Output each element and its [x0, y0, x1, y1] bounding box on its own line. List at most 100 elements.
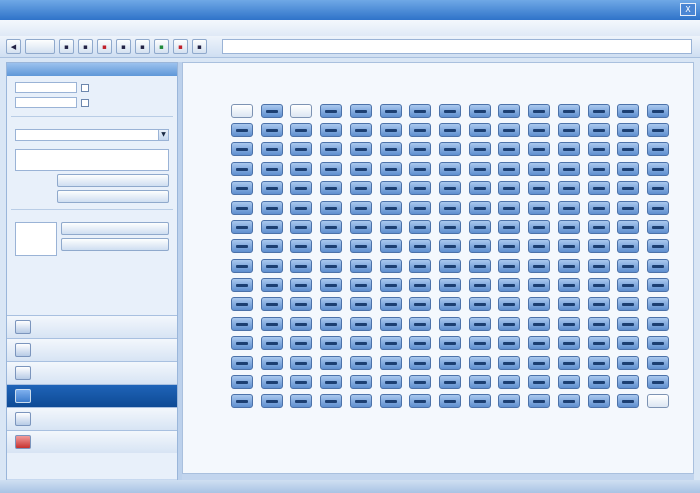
plate-well[interactable] — [468, 181, 491, 196]
plate-well[interactable] — [320, 200, 343, 215]
plate-well[interactable] — [557, 316, 580, 331]
plate-well[interactable] — [557, 374, 580, 389]
plate-well[interactable] — [528, 142, 551, 157]
panel-button-2[interactable] — [57, 190, 169, 203]
plate-well[interactable] — [498, 123, 521, 138]
plate-well[interactable] — [468, 239, 491, 254]
plate-well[interactable] — [468, 278, 491, 293]
plate-well[interactable] — [379, 297, 402, 312]
plate-well[interactable] — [468, 123, 491, 138]
plate-well[interactable] — [349, 394, 372, 409]
plate-well[interactable] — [617, 161, 640, 176]
plate-well[interactable] — [230, 316, 253, 331]
plate-well[interactable] — [557, 355, 580, 370]
plate-well[interactable] — [409, 181, 432, 196]
plate-well[interactable] — [379, 355, 402, 370]
plate-well[interactable] — [290, 161, 313, 176]
plate-well[interactable] — [439, 123, 461, 138]
plate-well[interactable] — [290, 278, 313, 293]
plate-well[interactable] — [290, 103, 313, 118]
plate-well[interactable] — [439, 239, 461, 254]
plate-well[interactable] — [498, 219, 521, 234]
plate-well[interactable] — [647, 258, 670, 273]
plate-well[interactable] — [349, 355, 372, 370]
plate-well[interactable] — [260, 374, 283, 389]
plate-well[interactable] — [320, 181, 343, 196]
plate-well[interactable] — [409, 123, 432, 138]
plate-well[interactable] — [617, 219, 640, 234]
plate-well[interactable] — [379, 161, 402, 176]
plate-well[interactable] — [320, 394, 343, 409]
plate-well[interactable] — [528, 355, 551, 370]
plate-well[interactable] — [260, 200, 283, 215]
plate-well[interactable] — [647, 181, 670, 196]
plate-well[interactable] — [320, 161, 343, 176]
nav-item-5[interactable] — [7, 407, 177, 430]
plate-well[interactable] — [468, 219, 491, 234]
plate-well[interactable] — [468, 142, 491, 157]
plate-well[interactable] — [587, 161, 610, 176]
plate-well[interactable] — [260, 219, 283, 234]
plate-well[interactable] — [349, 181, 372, 196]
plate-well[interactable] — [349, 103, 372, 118]
plate-well[interactable] — [528, 394, 551, 409]
plate-well[interactable] — [379, 316, 402, 331]
plate-well[interactable] — [617, 316, 640, 331]
plate-well[interactable] — [557, 297, 580, 312]
toolbar-button-2[interactable]: ▪ — [59, 39, 74, 54]
plate-well[interactable] — [528, 200, 551, 215]
plate-well[interactable] — [528, 316, 551, 331]
plate-well[interactable] — [617, 297, 640, 312]
plate-well[interactable] — [528, 258, 551, 273]
field-2[interactable] — [15, 97, 77, 108]
plate-well[interactable] — [230, 103, 253, 118]
plate-well[interactable] — [439, 278, 461, 293]
plate-well[interactable] — [439, 219, 461, 234]
plate-well[interactable] — [349, 142, 372, 157]
plate-well[interactable] — [617, 258, 640, 273]
plate-well[interactable] — [320, 355, 343, 370]
plate-well[interactable] — [320, 258, 343, 273]
plate-well[interactable] — [349, 123, 372, 138]
plate-well[interactable] — [230, 239, 253, 254]
chevron-down-icon[interactable]: ▼ — [158, 130, 168, 140]
plate-well[interactable] — [260, 123, 283, 138]
plate-well[interactable] — [260, 258, 283, 273]
plate-well[interactable] — [647, 374, 670, 389]
plate-well[interactable] — [617, 181, 640, 196]
plate-well[interactable] — [379, 239, 402, 254]
plate-well[interactable] — [587, 239, 610, 254]
plate-well[interactable] — [439, 336, 461, 351]
plate-well[interactable] — [320, 103, 343, 118]
plate-well[interactable] — [290, 336, 313, 351]
plate-well[interactable] — [260, 278, 283, 293]
plate-well[interactable] — [230, 297, 253, 312]
plate-well[interactable] — [647, 123, 670, 138]
plate-well[interactable] — [647, 336, 670, 351]
plate-well[interactable] — [409, 336, 432, 351]
plate-well[interactable] — [528, 336, 551, 351]
plate-well[interactable] — [557, 258, 580, 273]
plate-well[interactable] — [260, 336, 283, 351]
plate-well[interactable] — [349, 297, 372, 312]
plate-well[interactable] — [379, 278, 402, 293]
toolbar-dropdown-button[interactable] — [25, 39, 55, 54]
plate-well[interactable] — [379, 123, 402, 138]
nav-item-6[interactable] — [7, 430, 177, 453]
plate-well[interactable] — [439, 394, 461, 409]
plate-well[interactable] — [617, 336, 640, 351]
plate-well[interactable] — [498, 258, 521, 273]
plate-well[interactable] — [587, 181, 610, 196]
plate-well[interactable] — [528, 374, 551, 389]
plate-well[interactable] — [439, 103, 461, 118]
plate-well[interactable] — [409, 219, 432, 234]
plate-well[interactable] — [349, 336, 372, 351]
plate-well[interactable] — [409, 239, 432, 254]
plate-well[interactable] — [647, 161, 670, 176]
plate-well[interactable] — [230, 278, 253, 293]
plate-well[interactable] — [290, 219, 313, 234]
plate-well[interactable] — [498, 278, 521, 293]
plate-well[interactable] — [528, 278, 551, 293]
plate-well[interactable] — [379, 181, 402, 196]
plate-well[interactable] — [498, 297, 521, 312]
